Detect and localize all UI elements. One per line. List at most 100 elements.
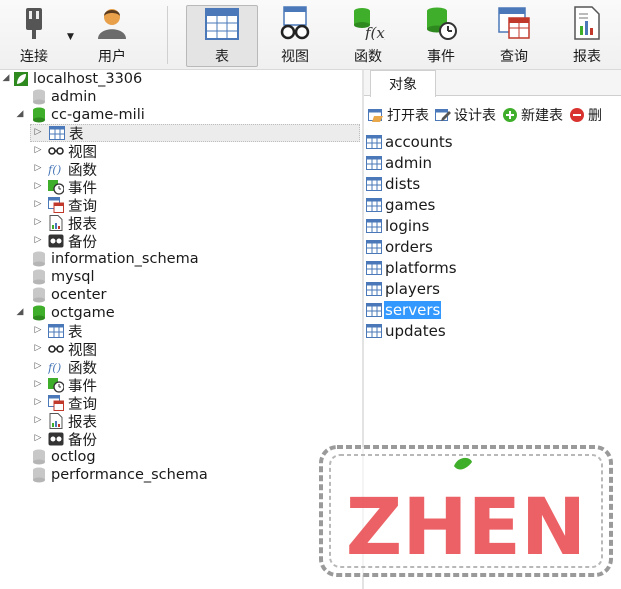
tree-item-functions[interactable]: f() 函数	[48, 358, 97, 376]
list-item-table[interactable]: orders	[366, 237, 434, 256]
expand-arrow-icon[interactable]: ▷	[33, 325, 43, 335]
expand-arrow-icon[interactable]: ▷	[33, 433, 43, 443]
report-label: 报表	[573, 49, 601, 65]
expand-arrow-icon[interactable]: ▷	[33, 163, 43, 173]
tree-db-octgame[interactable]: octgame	[31, 304, 115, 322]
tab-objects[interactable]: 对象	[370, 70, 436, 97]
expand-arrow-icon[interactable]: ▷	[33, 199, 43, 209]
table-name: players	[385, 279, 440, 298]
tree-item-queries[interactable]: 查询	[48, 394, 97, 413]
expand-arrow-icon[interactable]: ▷	[33, 217, 43, 227]
user-button[interactable]: 用户	[88, 4, 136, 66]
list-item-table[interactable]: players	[366, 279, 441, 298]
list-item-table[interactable]: accounts	[366, 132, 454, 151]
tree-db-information-schema[interactable]: information_schema	[31, 250, 199, 268]
tree-item-label: 备份	[68, 432, 97, 449]
tree-item-functions[interactable]: f() 函数	[48, 160, 97, 178]
plug-icon	[14, 4, 54, 42]
tree-item-events[interactable]: 事件	[48, 178, 97, 197]
expand-arrow-icon[interactable]: ▷	[33, 415, 43, 425]
event-button[interactable]: 事件	[417, 4, 465, 66]
expand-arrow-icon[interactable]: ▷	[33, 181, 43, 191]
tree-db-ocenter[interactable]: ocenter	[31, 286, 107, 304]
table-button[interactable]: 表	[186, 5, 258, 67]
watermark-text: ZHEN	[346, 483, 586, 573]
function-label: 函数	[354, 49, 382, 65]
expand-arrow-icon[interactable]: ▷	[33, 343, 43, 353]
tree-item-events[interactable]: 事件	[48, 376, 97, 395]
view-button[interactable]: 视图	[271, 4, 319, 66]
report-icon	[48, 413, 64, 429]
tree-item-backups[interactable]: 备份	[48, 232, 97, 251]
collapse-arrow-icon[interactable]: ◢	[15, 109, 25, 119]
tree-db-cc-game-mili[interactable]: cc-game-mili	[31, 106, 145, 124]
expand-arrow-icon[interactable]: ▷	[33, 379, 43, 389]
user-label: 用户	[98, 49, 126, 65]
event-clock-icon	[48, 377, 64, 393]
design-table-button[interactable]: 设计表	[435, 105, 496, 125]
list-item-table[interactable]: platforms	[366, 258, 458, 277]
database-green-icon	[31, 107, 47, 123]
list-item-table-selected[interactable]: servers	[366, 300, 442, 319]
report-button[interactable]: 报表	[563, 4, 611, 66]
tree-item-views[interactable]: 视图	[48, 340, 97, 359]
glasses-icon	[48, 341, 64, 357]
query-button[interactable]: 查询	[490, 4, 538, 66]
tree-db-admin[interactable]: admin	[31, 88, 96, 106]
connect-label: 连接	[20, 49, 48, 65]
chevron-down-icon[interactable]: ▼	[67, 32, 74, 42]
design-pencil-icon	[435, 107, 451, 123]
delete-table-button[interactable]: 删	[569, 105, 602, 125]
table-icon	[366, 155, 382, 171]
collapse-arrow-icon[interactable]: ◢	[1, 73, 11, 83]
database-gray-icon	[31, 269, 47, 285]
tree-item-backups[interactable]: 备份	[48, 430, 97, 449]
tree-item-queries[interactable]: 查询	[48, 196, 97, 215]
list-item-table[interactable]: logins	[366, 216, 430, 235]
expand-arrow-icon[interactable]: ▷	[33, 127, 43, 137]
user-icon	[92, 4, 132, 42]
query-label: 查询	[500, 49, 528, 65]
open-table-button[interactable]: 打开表	[368, 105, 429, 125]
table-icon	[366, 176, 382, 192]
objects-tabbar: 对象	[364, 70, 621, 97]
expand-arrow-icon[interactable]: ▷	[33, 145, 43, 155]
expand-arrow-icon[interactable]: ▷	[33, 235, 43, 245]
function-button[interactable]: f(x) 函数	[344, 4, 392, 66]
tree-connection-localhost[interactable]: localhost_3306	[13, 70, 142, 88]
database-gray-icon	[31, 287, 47, 303]
tree-item-tables[interactable]: 表	[48, 322, 83, 341]
function-icon: f(x)	[348, 4, 388, 42]
expand-arrow-icon[interactable]: ▷	[33, 397, 43, 407]
collapse-arrow-icon[interactable]: ◢	[15, 307, 25, 317]
connect-button[interactable]: 连接	[10, 4, 58, 66]
list-item-table[interactable]: dists	[366, 174, 421, 193]
expand-arrow-icon[interactable]: ▷	[33, 361, 43, 371]
list-item-table[interactable]: games	[366, 195, 436, 214]
table-icon	[366, 218, 382, 234]
objects-toolbar: 打开表 设计表 新建表 删	[364, 104, 621, 126]
tree-item-reports[interactable]: 报表	[48, 412, 97, 431]
event-label: 事件	[427, 49, 455, 65]
new-table-button[interactable]: 新建表	[502, 105, 563, 125]
tree-db-mysql[interactable]: mysql	[31, 268, 95, 286]
list-item-table[interactable]: admin	[366, 153, 433, 172]
database-gray-icon	[31, 251, 47, 267]
table-name: games	[385, 195, 436, 214]
tree-db-label: admin	[51, 89, 97, 105]
tree-db-label: performance_schema	[51, 467, 208, 483]
tree-item-views[interactable]: 视图	[48, 142, 97, 161]
table-icon	[202, 6, 242, 42]
table-label: 表	[215, 49, 229, 65]
new-table-label: 新建表	[521, 108, 563, 124]
tree-db-octlog[interactable]: octlog	[31, 448, 96, 466]
report-icon	[48, 215, 64, 231]
table-name: updates	[385, 321, 446, 340]
list-item-table[interactable]: updates	[366, 321, 447, 340]
tree-db-performance-schema[interactable]: performance_schema	[31, 466, 208, 484]
tree-item-reports[interactable]: 报表	[48, 214, 97, 233]
event-clock-icon	[48, 179, 64, 195]
tree-item-tables[interactable]: 表	[30, 124, 360, 143]
delete-table-label: 删	[588, 108, 602, 124]
tree-db-label: octlog	[51, 449, 96, 465]
